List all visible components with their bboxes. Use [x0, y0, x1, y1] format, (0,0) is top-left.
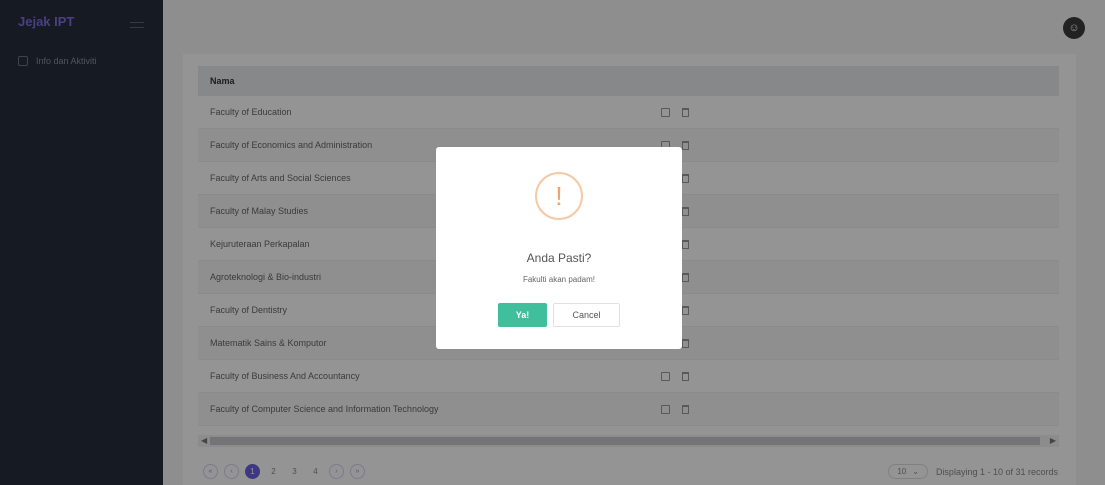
warning-icon: !: [535, 172, 583, 220]
dialog-title: Anda Pasti?: [526, 251, 592, 265]
dialog-message: Fakulti akan padam!: [522, 275, 596, 284]
confirm-dialog: ! Anda Pasti? Fakulti akan padam! Ya! Ca…: [436, 147, 682, 349]
cancel-button[interactable]: Cancel: [553, 303, 620, 327]
confirm-button[interactable]: Ya!: [498, 303, 547, 327]
